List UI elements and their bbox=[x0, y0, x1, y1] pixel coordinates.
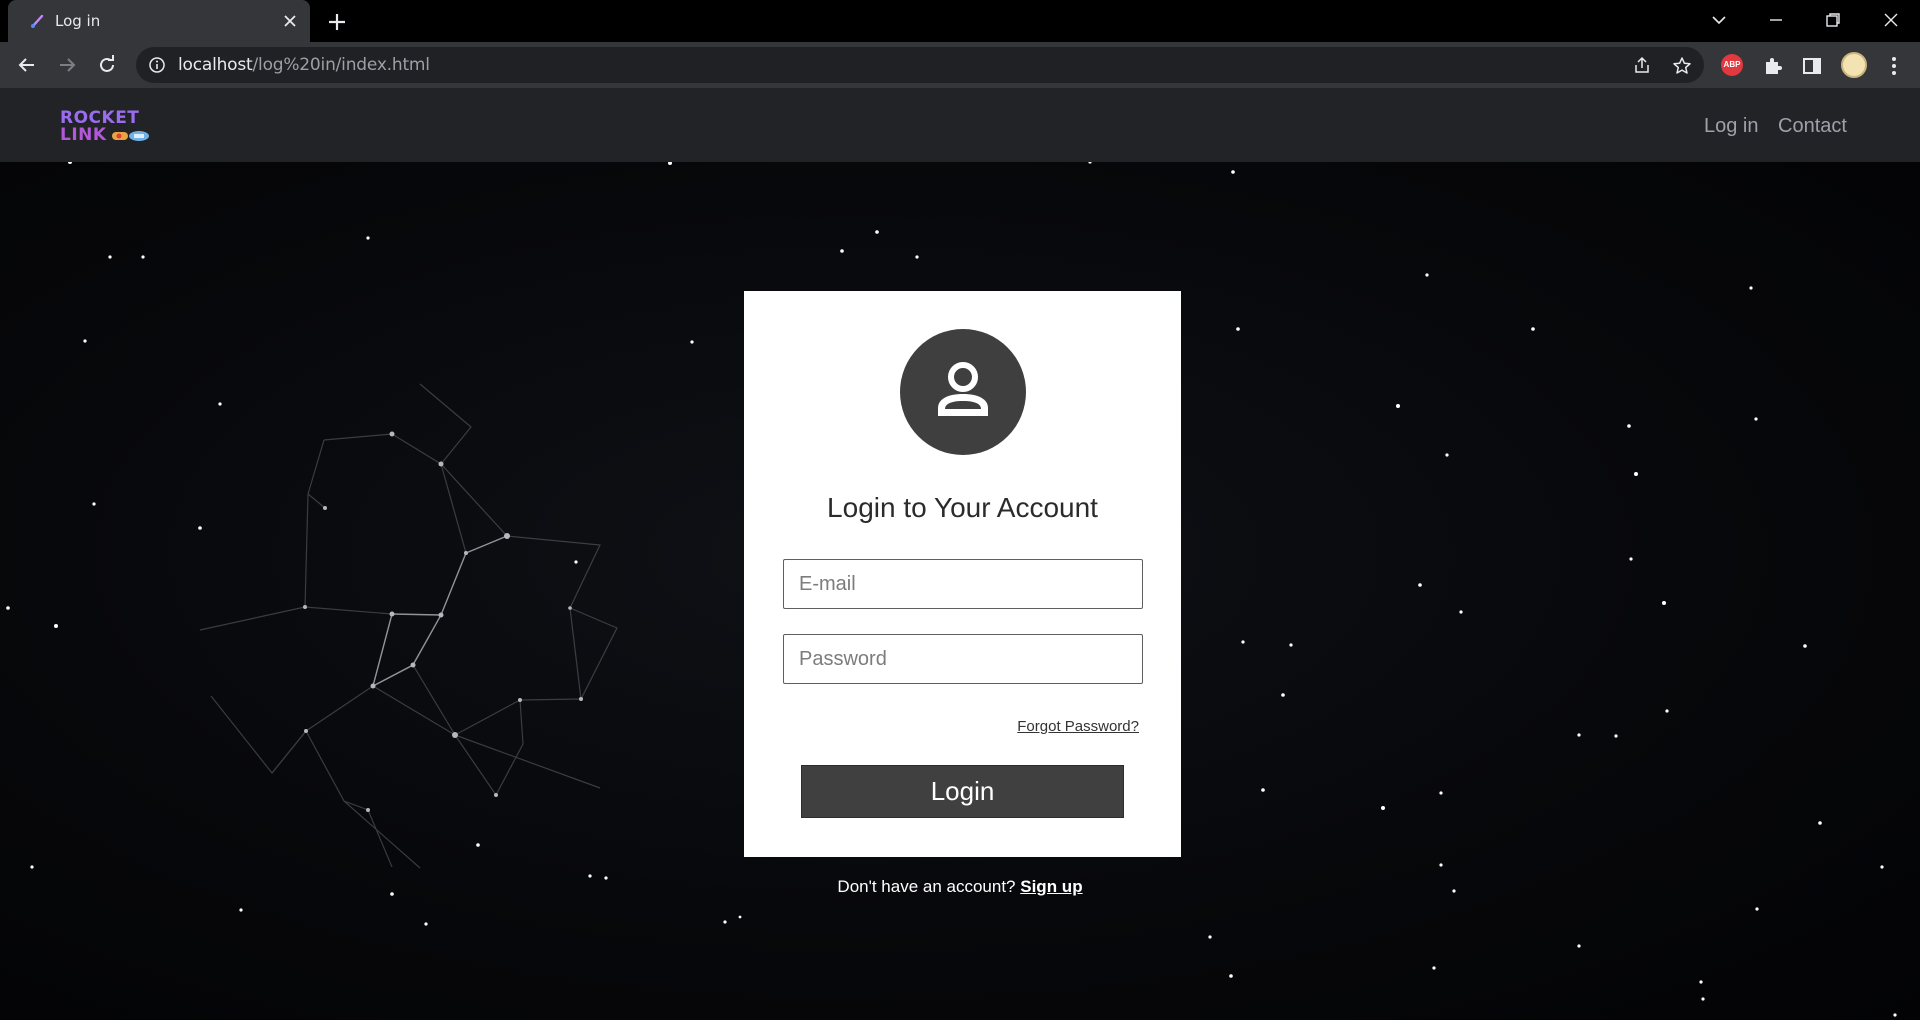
login-button[interactable]: Login bbox=[801, 765, 1124, 818]
browser-toolbar: localhost/log%20in/index.html ABP bbox=[0, 42, 1920, 88]
share-icon[interactable] bbox=[1632, 56, 1652, 76]
plus-icon[interactable] bbox=[325, 10, 349, 34]
close-icon[interactable] bbox=[280, 11, 300, 31]
browser-tab-strip: Log in bbox=[0, 0, 1920, 42]
minimize-icon[interactable] bbox=[1764, 8, 1788, 32]
info-icon[interactable] bbox=[148, 56, 166, 74]
rocket-icon bbox=[112, 131, 149, 141]
url-host: localhost bbox=[178, 55, 253, 75]
adblock-extension-icon[interactable]: ABP bbox=[1721, 54, 1743, 76]
user-icon bbox=[938, 362, 988, 416]
restore-icon[interactable] bbox=[1821, 8, 1845, 32]
tab-title: Log in bbox=[55, 12, 101, 30]
window-close-icon[interactable] bbox=[1879, 8, 1903, 32]
email-field[interactable] bbox=[783, 559, 1143, 609]
logo-line2: LINK bbox=[60, 125, 107, 145]
constellation-network bbox=[199, 383, 618, 869]
nav-contact-link[interactable]: Contact bbox=[1778, 114, 1847, 138]
signup-prompt: Don't have an account? Sign up bbox=[0, 877, 1920, 897]
star-icon[interactable] bbox=[1672, 56, 1692, 76]
rocket-link-logo[interactable]: ROCKET LINK bbox=[58, 110, 154, 146]
address-bar[interactable]: localhost/log%20in/index.html bbox=[136, 47, 1704, 83]
site-navbar: ROCKET LINK Log in Contact bbox=[0, 88, 1920, 162]
login-card: Login to Your Account Forgot Password? L… bbox=[744, 291, 1181, 857]
forgot-password-link[interactable]: Forgot Password? bbox=[1017, 718, 1139, 736]
chevron-down-icon[interactable] bbox=[1707, 8, 1731, 32]
password-field[interactable] bbox=[783, 634, 1143, 684]
browser-tab[interactable]: Log in bbox=[8, 0, 310, 42]
brush-favicon-icon bbox=[31, 14, 44, 28]
sidebar-icon[interactable] bbox=[1800, 54, 1824, 78]
avatar bbox=[900, 329, 1026, 455]
kebab-menu-icon[interactable] bbox=[1882, 54, 1906, 78]
nav-login-link[interactable]: Log in bbox=[1704, 114, 1759, 138]
puzzle-icon[interactable] bbox=[1761, 54, 1785, 78]
url-path: /log%20in/index.html bbox=[252, 55, 430, 75]
back-icon[interactable] bbox=[15, 53, 39, 77]
url-text[interactable]: localhost/log%20in/index.html bbox=[178, 55, 430, 75]
forward-icon[interactable] bbox=[55, 53, 79, 77]
page-viewport: ROCKET LINK Log in Contact Login to Your… bbox=[0, 88, 1920, 1020]
signup-link[interactable]: Sign up bbox=[1020, 877, 1082, 896]
profile-avatar[interactable] bbox=[1841, 52, 1867, 78]
login-title: Login to Your Account bbox=[827, 492, 1098, 523]
signup-prompt-text: Don't have an account? bbox=[837, 877, 1016, 896]
reload-icon[interactable] bbox=[95, 53, 119, 77]
